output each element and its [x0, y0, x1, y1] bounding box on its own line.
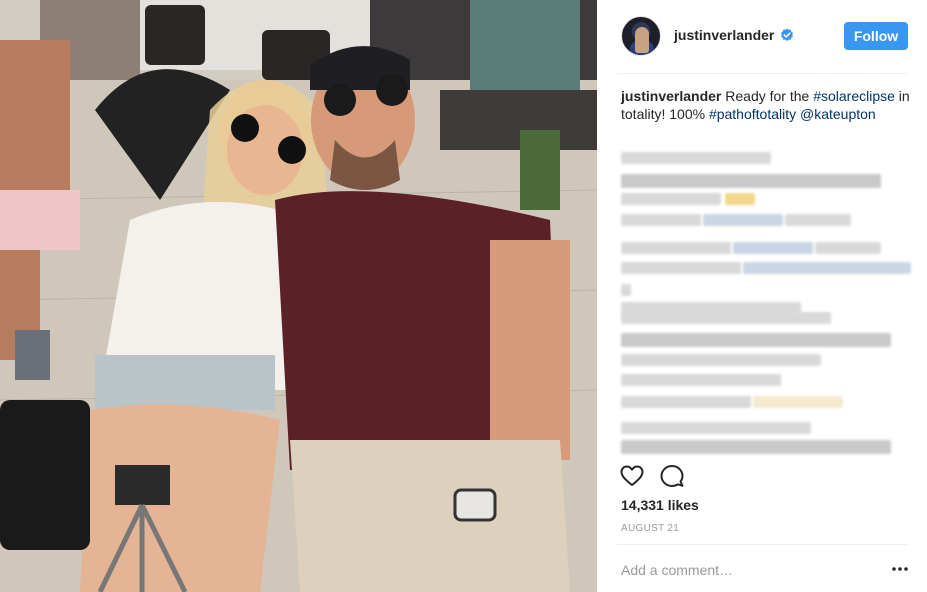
- like-count[interactable]: 14,331 likes: [621, 497, 699, 513]
- blurred-comment: [621, 284, 631, 296]
- post-header: justinverlander Follow: [597, 0, 927, 72]
- post-panel: justinverlander Follow justinverlander R…: [597, 0, 927, 592]
- mention-kateupton-link[interactable]: @kateupton: [800, 106, 876, 122]
- blurred-comment: [621, 242, 731, 254]
- blurred-comment: [785, 214, 851, 226]
- blurred-comment: [725, 193, 755, 205]
- hashtag-pathoftotality-link[interactable]: #pathoftotality: [709, 106, 796, 122]
- blurred-comment: [621, 193, 721, 205]
- blurred-comment: [621, 374, 781, 386]
- blurred-comment: [621, 440, 891, 454]
- blurred-comment: [621, 214, 701, 226]
- ellipsis-icon[interactable]: [891, 562, 909, 576]
- blurred-comment: [621, 333, 891, 347]
- caption-author-link[interactable]: justinverlander: [621, 88, 721, 104]
- blurred-comment: [753, 396, 843, 408]
- blurred-comment: [815, 242, 881, 254]
- caption-text: Ready for the: [721, 88, 814, 104]
- speech-bubble-icon[interactable]: [659, 463, 685, 489]
- blurred-comment: [621, 262, 741, 274]
- blurred-comment: [733, 242, 813, 254]
- blurred-comment: [621, 422, 811, 434]
- blurred-comment: [621, 174, 881, 188]
- blurred-comment: [621, 312, 831, 324]
- blurred-comment: [621, 152, 771, 164]
- blurred-comment: [703, 214, 783, 226]
- post-date[interactable]: AUGUST 21: [621, 523, 679, 534]
- avatar[interactable]: [621, 16, 661, 56]
- header-divider: [617, 73, 907, 74]
- verified-badge-icon: [781, 28, 793, 41]
- follow-button[interactable]: Follow: [844, 22, 908, 50]
- avatar-figure: [635, 27, 649, 53]
- blurred-comment: [621, 354, 821, 366]
- photo-illustration: [0, 0, 597, 592]
- blurred-comment: [743, 262, 911, 274]
- heart-outline-icon[interactable]: [619, 463, 645, 489]
- username-link[interactable]: justinverlander: [674, 27, 774, 43]
- footer-divider: [617, 544, 907, 545]
- post-caption: justinverlander Ready for the #solarecli…: [621, 87, 911, 123]
- hashtag-solareclipse-link[interactable]: #solareclipse: [813, 88, 895, 104]
- blurred-comments: [621, 150, 911, 460]
- blurred-comment: [621, 396, 751, 408]
- post-photo[interactable]: [0, 0, 597, 592]
- comment-input[interactable]: [621, 560, 871, 580]
